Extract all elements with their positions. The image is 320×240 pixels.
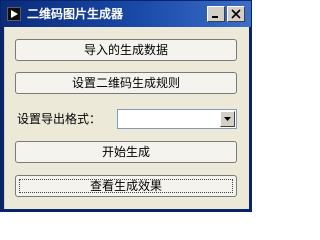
dropdown-button[interactable] <box>220 111 235 127</box>
minimize-button[interactable] <box>207 6 225 22</box>
set-rules-button[interactable]: 设置二维码生成规则 <box>15 72 237 94</box>
export-format-select[interactable] <box>117 109 237 129</box>
view-result-label: 查看生成效果 <box>89 179 162 193</box>
import-data-button[interactable]: 导入的生成数据 <box>15 39 237 61</box>
close-button[interactable] <box>227 6 245 22</box>
window-title: 二维码图片生成器 <box>27 7 124 21</box>
export-format-label: 设置导出格式： <box>17 112 102 126</box>
app-window: 二维码图片生成器 导入的生成数据 设置二维码生成规则 设置导出格式： 开始生成 <box>0 0 252 212</box>
minimize-icon <box>212 16 218 18</box>
close-icon <box>231 9 241 19</box>
chevron-down-icon <box>224 117 231 121</box>
app-icon[interactable] <box>7 7 21 21</box>
window-client-area: 导入的生成数据 设置二维码生成规则 设置导出格式： 开始生成 查看生成效果 <box>4 27 249 209</box>
title-bar[interactable]: 二维码图片生成器 <box>1 1 251 27</box>
start-generate-button[interactable]: 开始生成 <box>15 141 237 163</box>
view-result-button[interactable]: 查看生成效果 <box>15 175 237 197</box>
